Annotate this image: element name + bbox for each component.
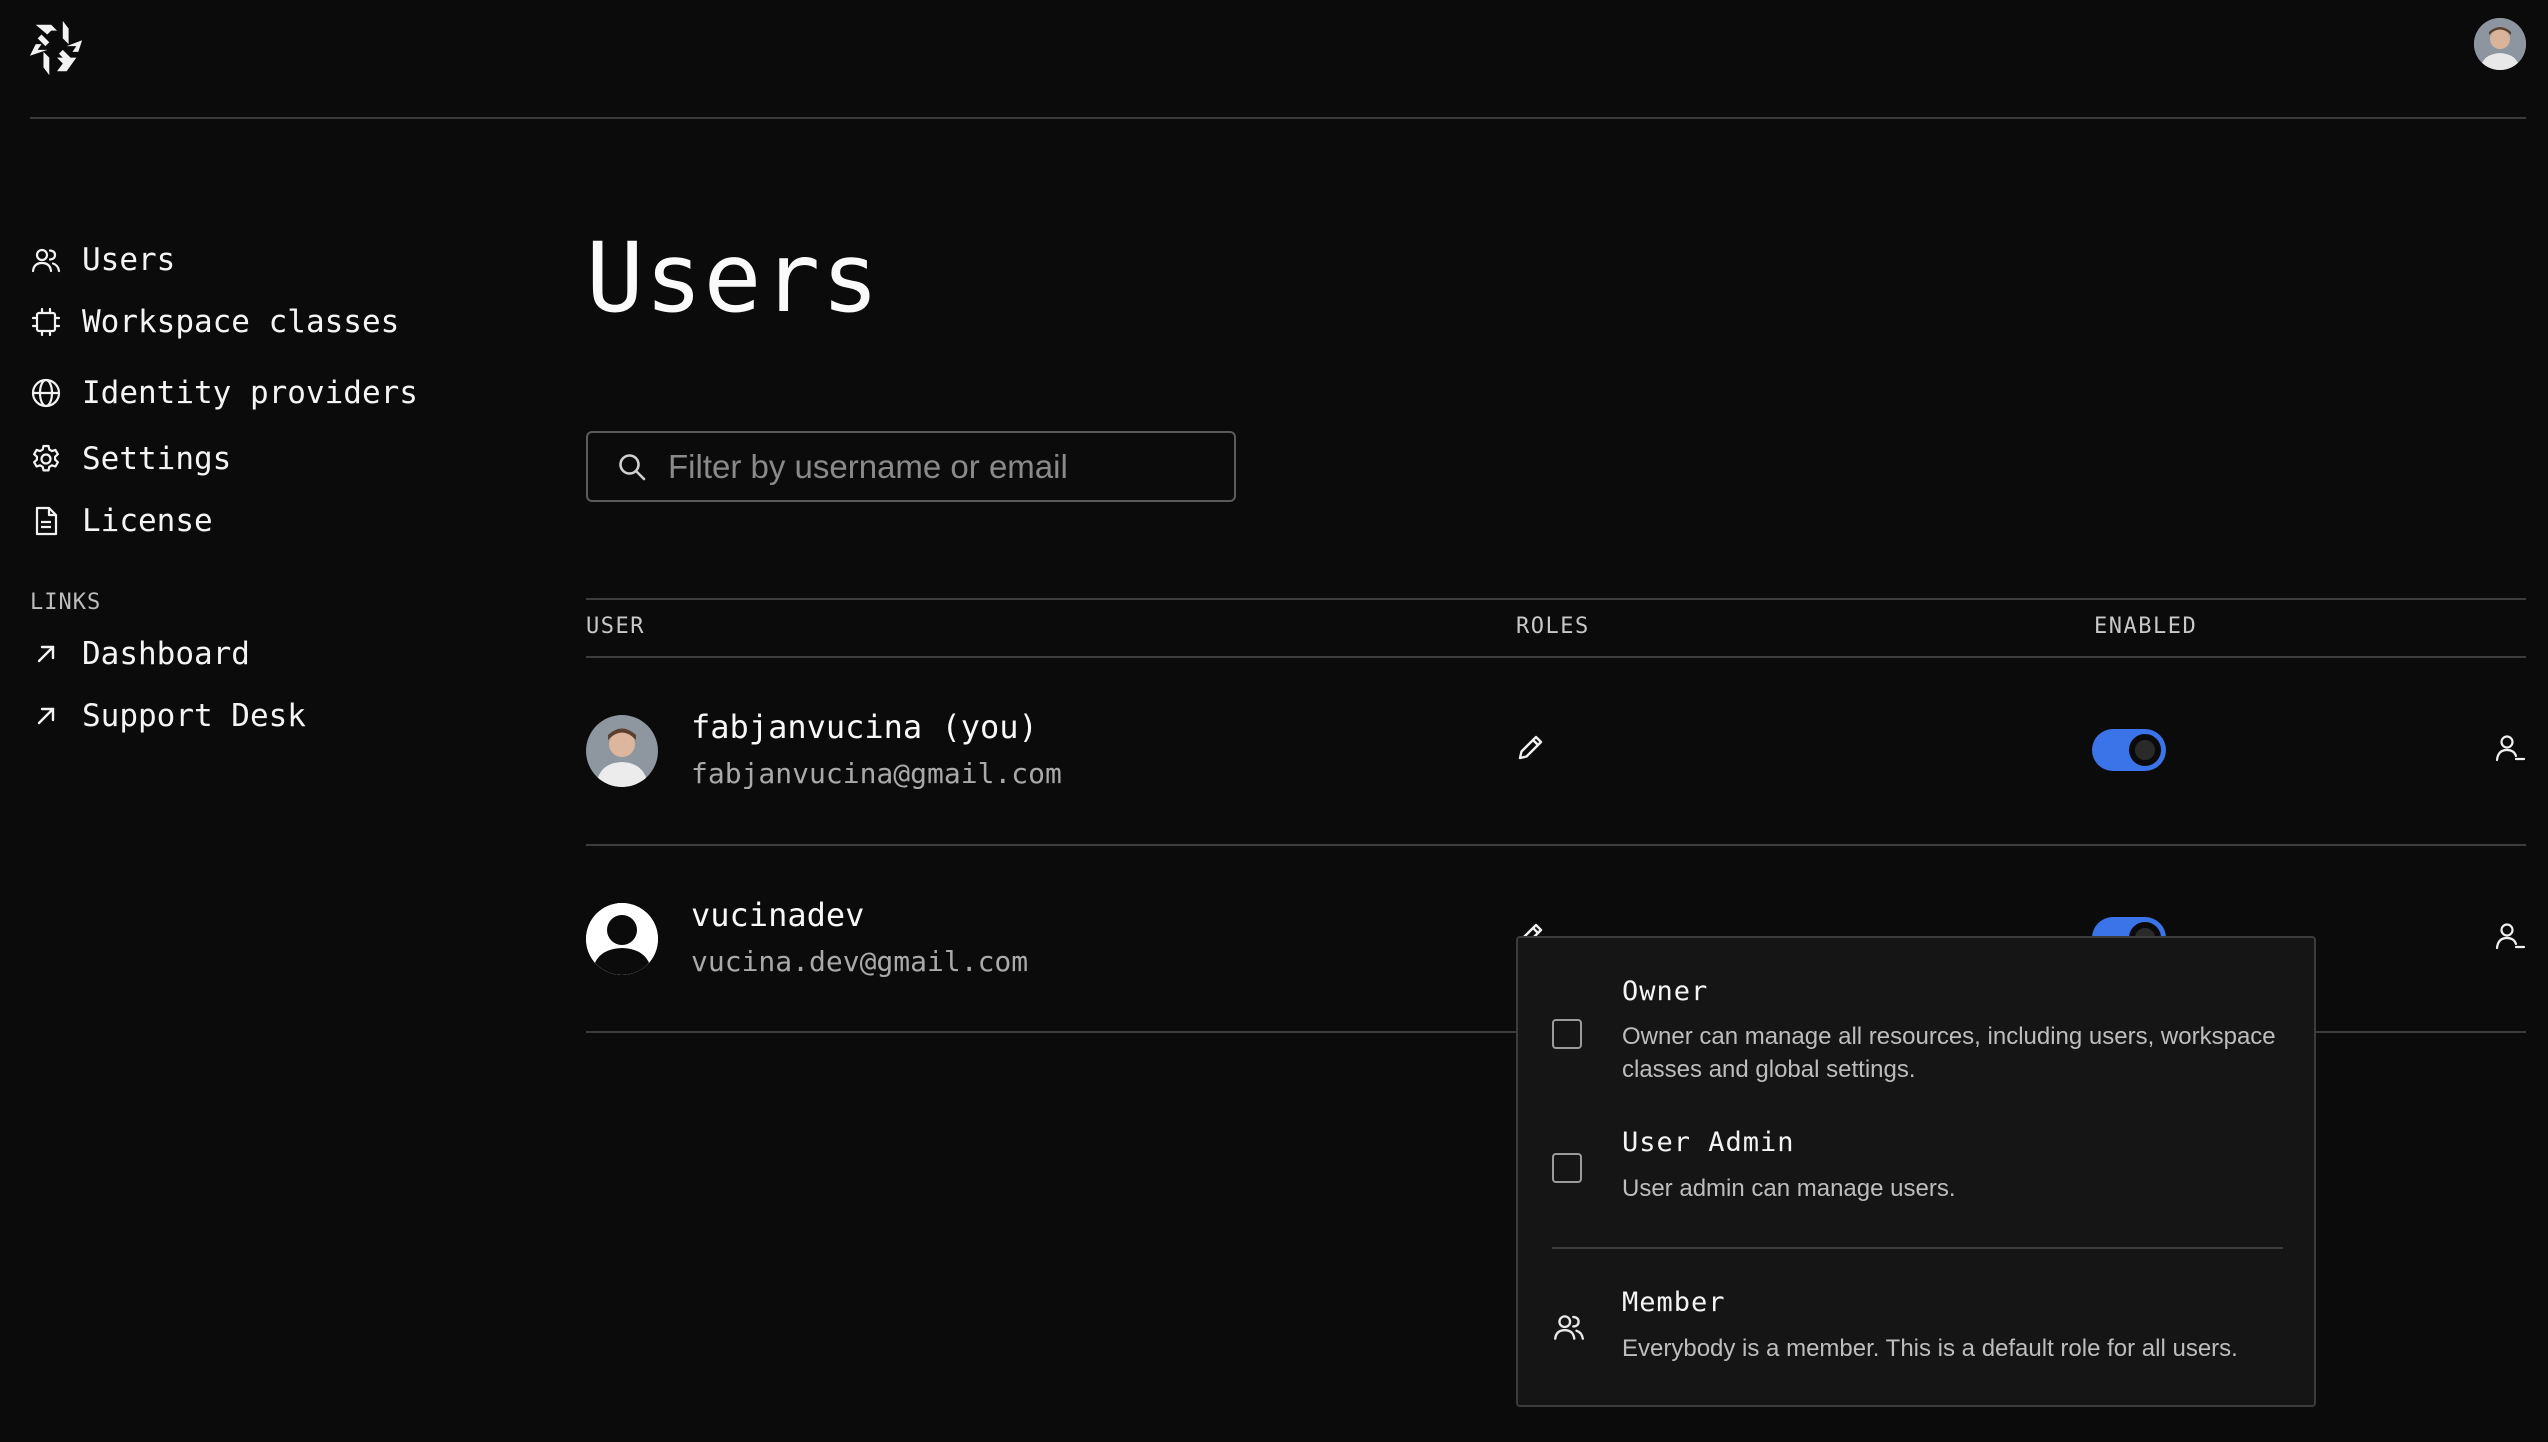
- member-role-title: Member: [1622, 1287, 1726, 1318]
- roles-dropdown: Owner Owner can manage all resources, in…: [1516, 936, 2316, 1407]
- links-heading: LINKS: [30, 590, 102, 615]
- gear-icon: [33, 444, 59, 472]
- header-divider: [30, 117, 2526, 119]
- table-top-divider: [586, 598, 2526, 600]
- avatar: [586, 903, 658, 975]
- sidebar-item-label: Settings: [82, 441, 232, 477]
- page-title: Users: [586, 222, 880, 334]
- globe-icon: [31, 378, 61, 408]
- sidebar-link-dashboard[interactable]: Dashboard: [30, 636, 250, 672]
- user-action-button[interactable]: [2494, 920, 2526, 952]
- chip-icon: [31, 307, 61, 337]
- edit-roles-button[interactable]: [1514, 730, 1548, 764]
- search-icon: [619, 453, 646, 480]
- sidebar-item-settings[interactable]: Settings: [30, 441, 231, 477]
- sidebar-item-label: Identity providers: [82, 375, 418, 411]
- user-action-button[interactable]: [2494, 732, 2526, 764]
- column-header-enabled[interactable]: ENABLED: [2094, 614, 2197, 639]
- sidebar-item-label: Workspace classes: [82, 304, 400, 340]
- search-field[interactable]: [586, 431, 1236, 502]
- sidebar-item-label: License: [82, 503, 213, 539]
- user-minus-icon: [2495, 923, 2526, 950]
- owner-role-checkbox[interactable]: [1552, 1019, 1582, 1049]
- owner-role-title: Owner: [1622, 976, 1709, 1007]
- sidebar-link-label: Support Desk: [82, 698, 306, 734]
- user-name: vucinadev: [691, 896, 865, 934]
- sidebar-item-label: Users: [82, 242, 176, 278]
- user-email: vucina.dev@gmail.com: [691, 945, 1029, 978]
- arrow-up-right-icon: [37, 645, 55, 663]
- member-role-description: Everybody is a member. This is a default…: [1622, 1335, 2238, 1362]
- arrow-up-right-icon: [37, 707, 55, 725]
- enabled-toggle[interactable]: [2092, 729, 2166, 771]
- owner-role-description: Owner can manage all resources, includin…: [1622, 1023, 2276, 1083]
- user-admin-role-title: User Admin: [1622, 1127, 1795, 1158]
- avatar: [586, 715, 658, 787]
- users-icon: [31, 248, 61, 273]
- sidebar-item-license[interactable]: License: [30, 503, 213, 539]
- table-header-divider: [586, 656, 2526, 658]
- sidebar-item-users[interactable]: Users: [30, 242, 175, 278]
- document-icon: [35, 506, 58, 536]
- gitpod-logo-icon[interactable]: [28, 18, 86, 78]
- search-input[interactable]: [668, 447, 1228, 486]
- user-admin-role-description: User admin can manage users.: [1622, 1175, 1956, 1202]
- column-header-user[interactable]: USER: [586, 614, 645, 639]
- user-minus-icon: [2495, 735, 2526, 762]
- column-header-roles[interactable]: ROLES: [1516, 614, 1590, 639]
- user-admin-role-checkbox[interactable]: [1552, 1153, 1582, 1183]
- user-email: fabjanvucina@gmail.com: [691, 757, 1062, 790]
- user-name: fabjanvucina (you): [691, 708, 1038, 746]
- users-icon: [1554, 1315, 1584, 1340]
- sidebar-item-identity-providers[interactable]: Identity providers: [30, 375, 418, 411]
- user-avatar[interactable]: [2474, 18, 2526, 70]
- sidebar-link-label: Dashboard: [82, 636, 250, 672]
- sidebar-item-workspace-classes[interactable]: Workspace classes: [30, 304, 399, 340]
- popup-divider: [1552, 1247, 2283, 1249]
- pencil-icon: [1518, 735, 1543, 760]
- row-divider: [586, 844, 2526, 846]
- sidebar-link-support-desk[interactable]: Support Desk: [30, 698, 306, 734]
